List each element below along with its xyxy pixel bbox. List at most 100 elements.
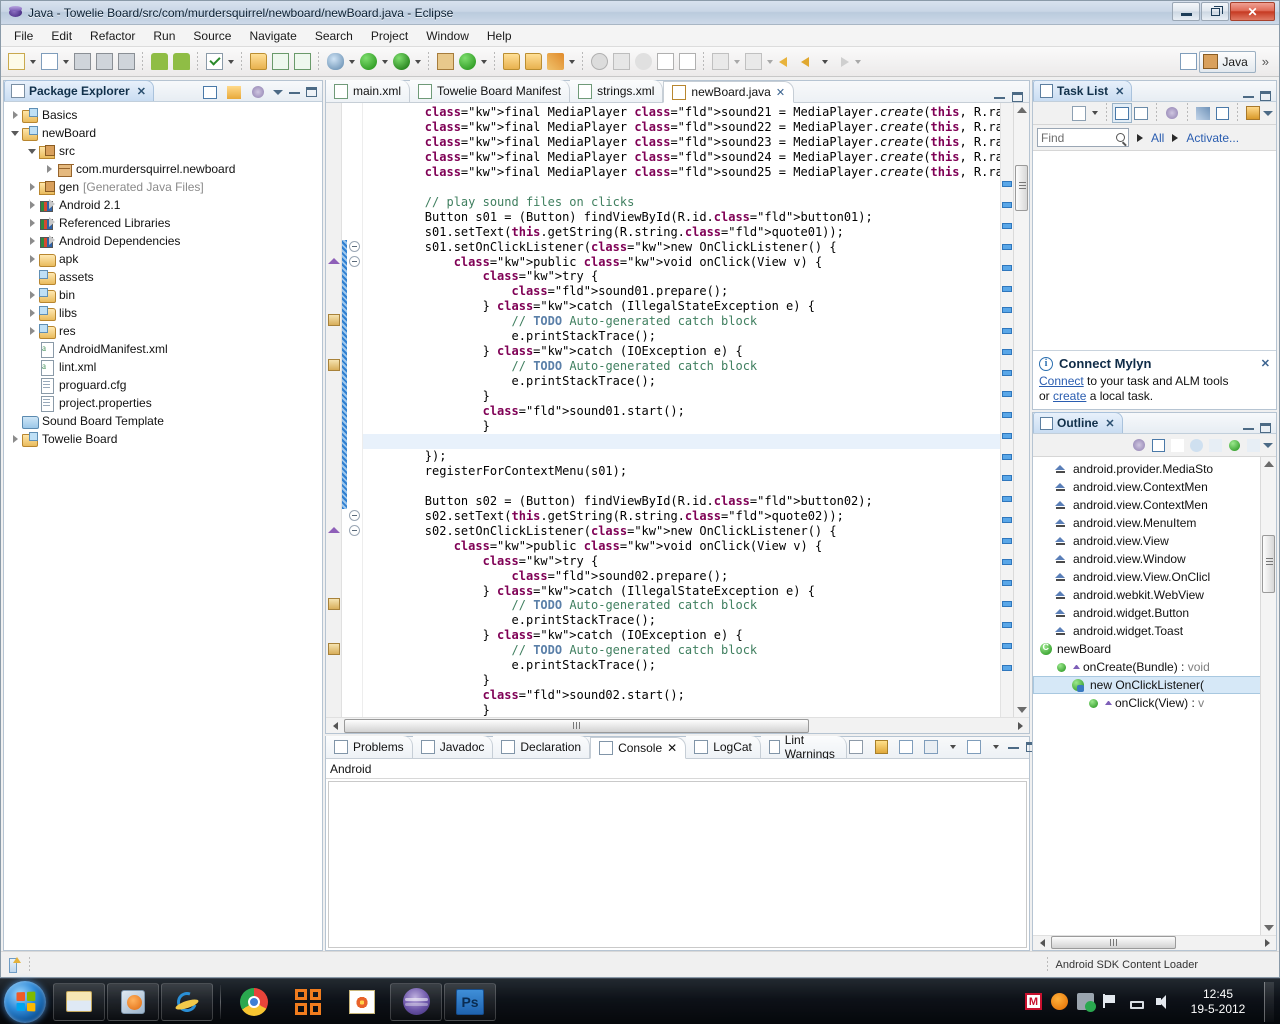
new-task-dropdown[interactable] <box>1089 102 1100 124</box>
external-tools-button[interactable] <box>390 51 412 73</box>
back-button[interactable] <box>797 51 819 73</box>
hide-local-types-button[interactable] <box>1244 436 1262 454</box>
new-console-view-button[interactable] <box>897 738 915 756</box>
tree-item-com-murdersquirrel-newboard[interactable]: com.murdersquirrel.newboard <box>4 160 322 178</box>
menu-edit[interactable]: Edit <box>42 26 81 46</box>
menu-navigate[interactable]: Navigate <box>240 26 305 46</box>
avast-icon[interactable] <box>1051 993 1068 1010</box>
run-button[interactable] <box>357 51 379 73</box>
outline-item[interactable]: onClick(View) : v <box>1033 694 1276 712</box>
picture-viewer-button[interactable] <box>336 983 388 1021</box>
todo-task-marker-icon[interactable] <box>328 598 340 611</box>
outline-item[interactable]: android.view.View <box>1033 532 1276 550</box>
android-sdk-manager-button[interactable] <box>148 51 170 73</box>
tree-twisty-icon[interactable] <box>25 144 39 158</box>
tree-item-android-2-1[interactable]: Android 2.1 <box>4 196 322 214</box>
tree-twisty-icon[interactable] <box>8 108 22 122</box>
tree-twisty-icon[interactable] <box>25 234 39 248</box>
overview-ruler[interactable] <box>1000 103 1013 717</box>
view-menu-icon[interactable] <box>273 89 283 95</box>
outline-item[interactable]: android.widget.Toast <box>1033 622 1276 640</box>
menu-file[interactable]: File <box>5 26 42 46</box>
console-tab-problems[interactable]: Problems <box>326 736 413 758</box>
fold-collapse-icon[interactable] <box>349 524 360 536</box>
editor-vertical-scrollbar[interactable] <box>1013 103 1029 717</box>
android-avd-manager-button[interactable] <box>170 51 192 73</box>
menu-search[interactable]: Search <box>306 26 362 46</box>
close-icon[interactable]: ✕ <box>667 741 677 755</box>
hide-fields-button[interactable] <box>1187 436 1205 454</box>
outline-vertical-scrollbar[interactable] <box>1260 457 1276 935</box>
maximize-view-icon[interactable] <box>1260 423 1271 433</box>
todo-task-marker-icon[interactable] <box>328 314 340 327</box>
tree-item-libs[interactable]: libs <box>4 304 322 322</box>
overview-annotation-marker[interactable] <box>1002 349 1012 355</box>
outline-item[interactable]: newBoard <box>1033 640 1276 658</box>
skip-button[interactable] <box>610 51 632 73</box>
tree-twisty-icon[interactable] <box>8 432 22 446</box>
scroll-up-icon[interactable] <box>1017 107 1027 113</box>
tree-item-sound-board-template[interactable]: Sound Board Template <box>4 412 322 430</box>
tree-item-android-dependencies[interactable]: Android Dependencies <box>4 232 322 250</box>
fold-collapse-icon[interactable] <box>349 255 360 267</box>
open-type-button[interactable] <box>247 51 269 73</box>
synchronize-changed-button[interactable] <box>1194 104 1212 122</box>
open-folder-button[interactable] <box>522 51 544 73</box>
console-tab-javadoc[interactable]: Javadoc <box>412 736 494 758</box>
activate-link[interactable]: Activate... <box>1186 131 1239 145</box>
create-link[interactable]: create <box>1053 389 1086 403</box>
find-input[interactable]: Find <box>1037 128 1129 147</box>
marker-dropdown[interactable] <box>566 51 577 73</box>
scheduled-presentation-button[interactable] <box>1132 104 1150 122</box>
minimize-console-icon[interactable] <box>1008 746 1020 749</box>
overview-annotation-marker[interactable] <box>1002 370 1012 376</box>
restore-tasks-button[interactable] <box>1244 104 1262 122</box>
scroll-right-icon[interactable] <box>1260 936 1274 950</box>
minimize-view-icon[interactable] <box>1243 95 1254 98</box>
code-viewport[interactable]: class="kw">final MediaPlayer class="fld"… <box>363 103 1000 717</box>
collapse-all-button[interactable] <box>201 83 219 101</box>
internet-explorer-button[interactable] <box>161 982 213 1021</box>
google-chrome-button[interactable] <box>228 983 280 1021</box>
horizontal-scroll-thumb[interactable] <box>1051 936 1176 949</box>
prev-annotation-button[interactable] <box>742 51 764 73</box>
outline-tree[interactable]: android.provider.MediaSto android.view.Co… <box>1033 457 1276 712</box>
overview-annotation-marker[interactable] <box>1002 622 1012 628</box>
scroll-down-icon[interactable] <box>1264 925 1274 931</box>
overview-annotation-marker[interactable] <box>1002 538 1012 544</box>
menu-project[interactable]: Project <box>362 26 417 46</box>
tree-item-gen[interactable]: gen [Generated Java Files] <box>4 178 322 196</box>
tree-item-lint-xml[interactable]: lint.xml <box>4 358 322 376</box>
overview-annotation-marker[interactable] <box>1002 580 1012 586</box>
tab-outline[interactable]: Outline ✕ <box>1033 412 1123 433</box>
start-button[interactable] <box>4 980 46 1023</box>
back-dropdown[interactable] <box>819 51 830 73</box>
new-java-file-button[interactable] <box>38 51 60 73</box>
overview-annotation-marker[interactable] <box>1002 517 1012 523</box>
h-scroll-track[interactable] <box>342 718 1013 733</box>
usb-safely-remove-icon[interactable] <box>1077 993 1096 1012</box>
scroll-right-icon[interactable] <box>1013 719 1027 733</box>
toolbar-overflow-button[interactable]: » <box>1256 54 1275 69</box>
mcafee-icon[interactable]: M <box>1025 993 1042 1010</box>
tree-twisty-icon[interactable] <box>42 162 56 176</box>
outline-item[interactable]: android.view.ContextMen <box>1033 496 1276 514</box>
overview-annotation-marker[interactable] <box>1002 202 1012 208</box>
hide-static-button[interactable] <box>1206 436 1224 454</box>
outline-item[interactable]: android.widget.Button <box>1033 604 1276 622</box>
overview-annotation-marker[interactable] <box>1002 391 1012 397</box>
outline-item[interactable]: new OnClickListener( <box>1033 676 1276 694</box>
focus-on-workweek-button[interactable] <box>1163 104 1181 122</box>
outline-item[interactable]: android.view.Window <box>1033 550 1276 568</box>
outline-item[interactable]: android.provider.MediaSto <box>1033 460 1276 478</box>
overview-annotation-marker[interactable] <box>1002 643 1012 649</box>
outline-item[interactable]: android.view.View.OnClicl <box>1033 568 1276 586</box>
sort-button[interactable] <box>1168 436 1186 454</box>
windows-explorer-button[interactable] <box>53 982 105 1021</box>
display-console-button[interactable] <box>922 738 940 756</box>
tree-item-src[interactable]: src <box>4 142 322 160</box>
close-icon[interactable]: ✕ <box>1261 357 1270 370</box>
tree-twisty-icon[interactable] <box>25 198 39 212</box>
show-whitespace-button[interactable] <box>676 51 698 73</box>
overview-annotation-marker[interactable] <box>1002 475 1012 481</box>
